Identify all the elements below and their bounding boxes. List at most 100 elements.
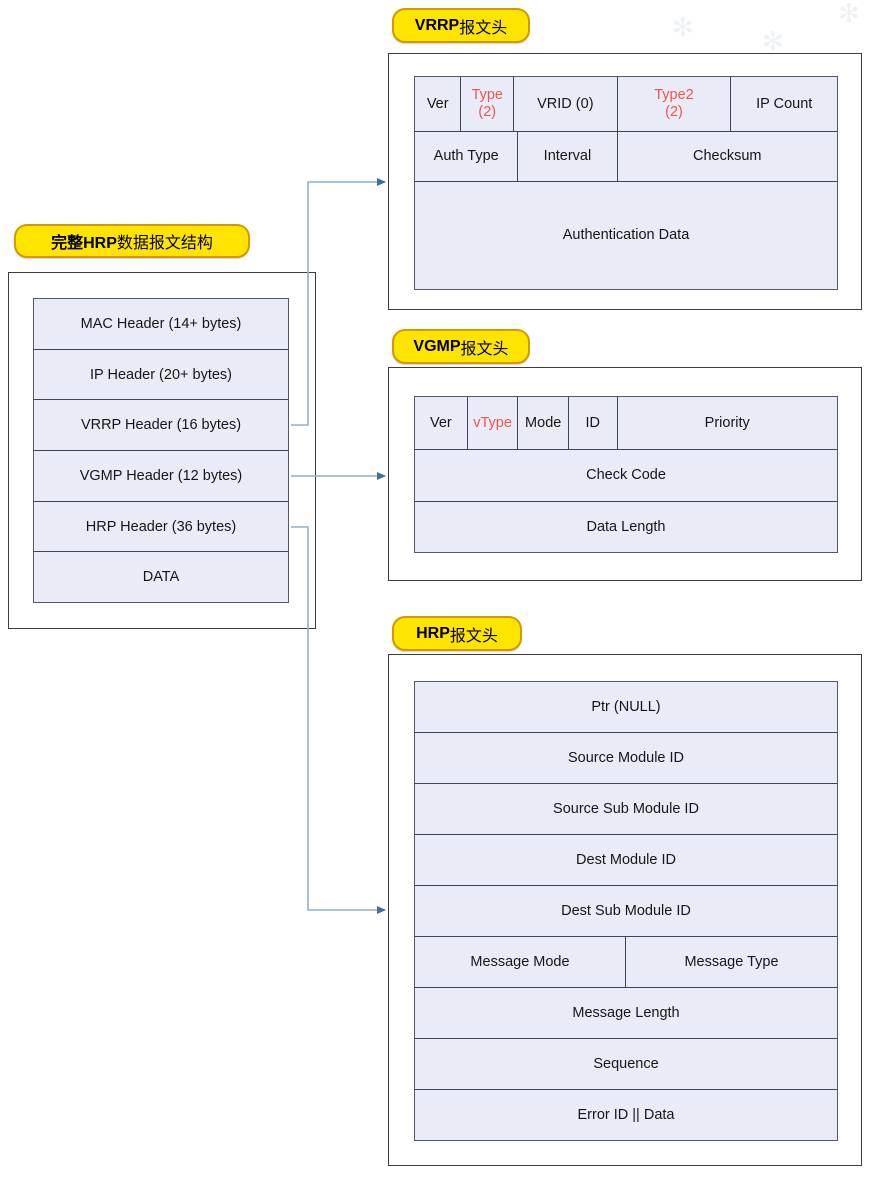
- vrrp-field-label: Type2: [654, 87, 694, 104]
- vgmp-badge-cjk: 报文头: [460, 340, 509, 358]
- hrp-field-label: Sequence: [593, 1055, 659, 1072]
- vrrp-field-label: IP Count: [756, 95, 813, 112]
- vgmp-field-cell: Ver: [415, 397, 468, 449]
- vrrp-field-cell: Type2 (2): [617, 77, 732, 131]
- vgmp-field-label: Data Length: [586, 518, 666, 535]
- vgmp-field-cell: vType: [467, 397, 519, 449]
- vrrp-badge-cjk: 报文头: [459, 19, 508, 37]
- hrp-row: Message Length: [415, 988, 837, 1039]
- vrrp-row: Authentication Data: [415, 182, 837, 289]
- hrp-field-cell: Message Type: [626, 937, 837, 987]
- hrp-badge-strong: HRP: [416, 624, 450, 642]
- vrrp-field-cell: VRID (0): [514, 77, 618, 131]
- vgmp-row: Ver vType Mode ID Priority: [415, 397, 837, 450]
- overview-row-label: VGMP Header (12 bytes): [79, 467, 243, 484]
- diagram-canvas: ✻ ✻ ✻ 完整HRP 数据报文结构 MAC Header (14+ bytes)…: [0, 0, 873, 1184]
- vrrp-field-label: Checksum: [693, 148, 762, 165]
- vrrp-field-sublabel: (2): [478, 104, 497, 120]
- vgmp-badge-strong: VGMP: [413, 337, 461, 355]
- watermark-snowflake-icon: ✻: [762, 26, 784, 56]
- overview-row: MAC Header (14+ bytes): [34, 299, 288, 350]
- vrrp-field-sublabel: (2): [665, 104, 683, 120]
- vgmp-field-label: Mode: [525, 414, 562, 431]
- vgmp-row: Check Code: [415, 450, 837, 502]
- vgmp-field-label: Check Code: [586, 467, 666, 484]
- hrp-packet-table: Ptr (NULL) Source Module ID Source Sub Mod…: [414, 681, 838, 1141]
- vrrp-row: Auth Type Interval Checksum: [415, 132, 837, 182]
- hrp-field-label: Dest Sub Module ID: [561, 902, 691, 919]
- overview-row: VGMP Header (12 bytes): [34, 451, 288, 502]
- hrp-field-label: Dest Module ID: [576, 851, 676, 868]
- vrrp-field-label: Ver: [426, 95, 449, 112]
- overview-row: DATA: [34, 552, 288, 603]
- overview-badge-cjk: 数据报文结构: [116, 235, 213, 252]
- vrrp-row: Ver Type (2) VRID (0) Type2 (2) IP Count: [415, 77, 837, 132]
- vrrp-field-label: Type: [471, 87, 503, 104]
- vrrp-field-cell: Checksum: [617, 132, 837, 181]
- hrp-field-cell: Error ID || Data: [415, 1090, 837, 1140]
- hrp-badge: HRP 报文头: [392, 616, 522, 651]
- hrp-row: Dest Module ID: [415, 835, 837, 886]
- hrp-field-label: Source Module ID: [567, 749, 685, 766]
- overview-row: IP Header (20+ bytes): [34, 349, 288, 401]
- vrrp-field-cell: Authentication Data: [415, 182, 837, 289]
- vrrp-badge: VRRP 报文头: [392, 8, 530, 43]
- vrrp-field-label: Auth Type: [433, 148, 499, 165]
- vrrp-field-label: Authentication Data: [562, 227, 690, 244]
- vgmp-row: Data Length: [415, 502, 837, 552]
- vgmp-field-label: Priority: [704, 414, 750, 431]
- vrrp-badge-strong: VRRP: [414, 16, 460, 34]
- hrp-field-label: Message Type: [684, 953, 779, 970]
- hrp-row: Dest Sub Module ID: [415, 886, 837, 937]
- vgmp-field-label: ID: [585, 414, 601, 431]
- hrp-badge-cjk: 报文头: [449, 627, 498, 645]
- overview-badge-strong: 完整HRP: [51, 235, 117, 252]
- hrp-field-cell: Message Length: [415, 988, 837, 1038]
- overview-row-label: VRRP Header (16 bytes): [80, 417, 242, 434]
- watermark-snowflake-icon: ✻: [838, 0, 860, 28]
- hrp-field-cell: Sequence: [415, 1039, 837, 1089]
- watermark-snowflake-icon: ✻: [672, 12, 694, 42]
- vgmp-packet-table: Ver vType Mode ID Priority Check Code Data Len…: [414, 396, 838, 553]
- overview-row-label: DATA: [142, 569, 180, 586]
- hrp-field-cell: Ptr (NULL): [415, 682, 837, 732]
- hrp-field-label: Message Length: [572, 1004, 680, 1021]
- hrp-field-label: Message Mode: [470, 953, 570, 970]
- overview-row-label: HRP Header (36 bytes): [85, 518, 237, 535]
- vrrp-field-cell: Type (2): [461, 77, 515, 131]
- vrrp-packet-table: Ver Type (2) VRID (0) Type2 (2) IP Count Auth T…: [414, 76, 838, 290]
- overview-row-label: IP Header (20+ bytes): [90, 366, 232, 383]
- vrrp-field-cell: Interval: [518, 132, 618, 181]
- hrp-row: Message Mode Message Type: [415, 937, 837, 988]
- hrp-row: Source Sub Module ID: [415, 784, 837, 835]
- vrrp-field-cell: Ver: [415, 77, 462, 131]
- hrp-field-label: Ptr (NULL): [591, 698, 661, 715]
- vgmp-field-cell: Data Length: [415, 502, 837, 552]
- vgmp-field-cell: ID: [569, 397, 618, 449]
- overview-packet-table: MAC Header (14+ bytes) IP Header (20+ byt…: [33, 298, 289, 603]
- vgmp-field-cell: Mode: [518, 397, 569, 449]
- vgmp-field-label: Ver: [429, 414, 452, 431]
- vrrp-field-label: VRID (0): [537, 95, 594, 112]
- hrp-field-cell: Message Mode: [415, 937, 626, 987]
- overview-row: VRRP Header (16 bytes): [34, 400, 288, 452]
- hrp-row: Error ID || Data: [415, 1090, 837, 1140]
- hrp-row: Ptr (NULL): [415, 682, 837, 733]
- vgmp-badge: VGMP 报文头: [392, 329, 530, 364]
- overview-row: HRP Header (36 bytes): [34, 501, 288, 553]
- vrrp-field-cell: Auth Type: [415, 132, 519, 181]
- overview-row-label: MAC Header (14+ bytes): [80, 315, 242, 332]
- vrrp-field-cell: IP Count: [731, 77, 837, 131]
- hrp-field-cell: Dest Module ID: [415, 835, 837, 885]
- vgmp-field-label: vType: [473, 414, 512, 431]
- overview-badge: 完整HRP 数据报文结构: [14, 224, 250, 258]
- hrp-field-cell: Source Module ID: [415, 733, 837, 783]
- vrrp-field-label: Interval: [543, 148, 592, 165]
- hrp-field-cell: Dest Sub Module ID: [415, 886, 837, 936]
- hrp-row: Sequence: [415, 1039, 837, 1090]
- hrp-field-cell: Source Sub Module ID: [415, 784, 837, 834]
- vgmp-field-cell: Priority: [617, 397, 837, 449]
- hrp-field-label: Source Sub Module ID: [553, 800, 699, 817]
- vgmp-field-cell: Check Code: [415, 450, 837, 501]
- hrp-row: Source Module ID: [415, 733, 837, 784]
